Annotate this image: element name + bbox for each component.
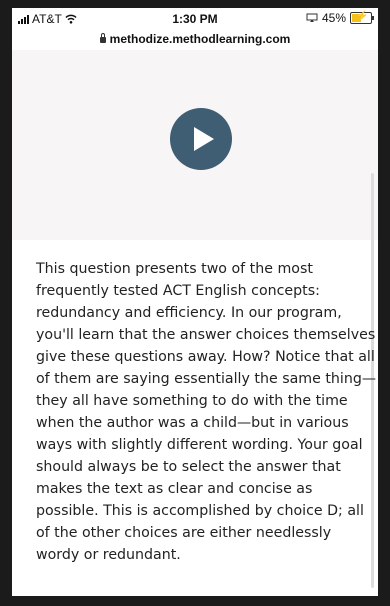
url-text: methodize.methodlearning.com	[109, 32, 291, 46]
lock-icon	[99, 33, 106, 43]
explanation-line: ways with slightly different wording. Yo…	[36, 437, 363, 453]
explanation-line: frequently tested ACT English concepts:	[36, 283, 320, 299]
explanation-line: they all have something to do with the t…	[36, 393, 348, 409]
explanation-line: makes the text as clear and concise as	[36, 481, 313, 497]
explanation-line: This question presents two of the most	[36, 261, 313, 277]
status-bar: AT&T 1:30 PM 45% ⚡	[12, 8, 378, 28]
explanation-line: possible. This is accomplished by choice…	[36, 503, 364, 519]
explanation-line: you'll learn that the answer choices the…	[36, 327, 376, 343]
video-player[interactable]	[12, 50, 378, 240]
phone-screen: AT&T 1:30 PM 45% ⚡ methodize.methodlearn…	[12, 8, 378, 596]
explanation-line: of them are saying essentially the same …	[36, 371, 377, 387]
battery-charging-icon: ⚡	[350, 11, 374, 24]
battery-group: 45% ⚡	[306, 11, 374, 25]
explanation-text: This question presents two of the most f…	[36, 258, 377, 566]
address-bar[interactable]: methodize.methodlearning.com	[12, 28, 378, 51]
explanation-line: give these questions away. How? Notice t…	[36, 349, 375, 365]
explanation-line: of the other choices are either needless…	[36, 525, 332, 541]
play-button[interactable]	[170, 108, 232, 170]
explanation-line: when the author was a child—but in vario…	[36, 415, 349, 431]
explanation-line: wordy or redundant.	[36, 547, 181, 563]
device-frame: AT&T 1:30 PM 45% ⚡ methodize.methodlearn…	[0, 0, 390, 606]
screen-mirror-icon	[306, 13, 318, 22]
play-icon	[194, 127, 214, 151]
explanation-line: redundancy and efficiency. In our progra…	[36, 305, 342, 321]
explanation-line: should always be to select the answer th…	[36, 459, 341, 475]
battery-percent: 45%	[321, 11, 346, 25]
